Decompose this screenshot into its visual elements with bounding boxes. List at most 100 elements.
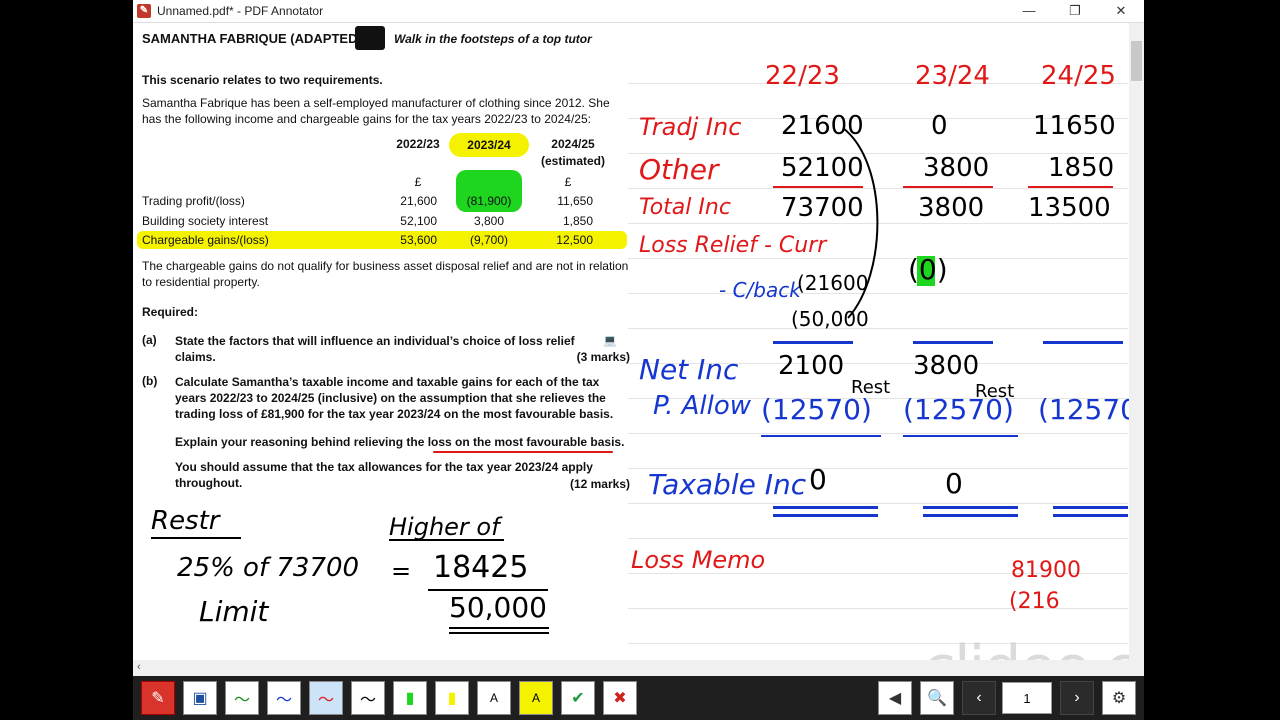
unit-3: £ bbox=[564, 175, 572, 189]
ink-net-1: 2100 bbox=[778, 351, 845, 381]
ink-total-2: 3800 bbox=[918, 193, 985, 223]
text-highlight-tool-icon[interactable]: A bbox=[519, 681, 553, 715]
ink-other-2: 3800 bbox=[923, 153, 990, 183]
pdf-page[interactable]: SAMANTHA FABRIQUE (ADAPTED) Walk in the … bbox=[133, 23, 1144, 703]
vertical-scrollbar[interactable] bbox=[1129, 23, 1144, 663]
ink-year-1: 22/23 bbox=[765, 61, 840, 91]
ink-row-cback: - C/back bbox=[719, 278, 801, 302]
year-header-3: 2024/25 bbox=[551, 137, 595, 151]
ink-line bbox=[923, 506, 1018, 509]
qb-label: (b) bbox=[142, 374, 158, 388]
cell: 53,600 bbox=[400, 233, 437, 247]
ink-line bbox=[1053, 514, 1128, 517]
page-number-field[interactable]: 1 bbox=[1002, 682, 1052, 714]
red-underline bbox=[433, 451, 613, 453]
pdf-annotator-icon: ✎ bbox=[137, 4, 151, 18]
black-pen-icon[interactable]: 〜 bbox=[351, 681, 385, 715]
cell: 1,850 bbox=[562, 214, 593, 228]
save-icon[interactable]: ▣ bbox=[183, 681, 217, 715]
green-highlighter-icon[interactable]: ▮ bbox=[393, 681, 427, 715]
laptop-icon: 💻 bbox=[603, 335, 617, 347]
blue-pen-icon[interactable]: 〜 bbox=[267, 681, 301, 715]
ink-trading-2: 0 bbox=[931, 111, 948, 141]
scroll-thumb[interactable] bbox=[1131, 41, 1142, 81]
doc-intro: This scenario relates to two requirement… bbox=[142, 73, 383, 87]
cell: 12,500 bbox=[556, 233, 593, 247]
ink-row-net: Net Inc bbox=[639, 353, 739, 386]
ink-row-loss: Loss Relief - Curr bbox=[639, 233, 827, 258]
ink-line bbox=[449, 632, 549, 634]
previous-page-icon[interactable]: ‹ bbox=[962, 681, 996, 715]
ink-line bbox=[1053, 506, 1128, 509]
qb-text: Calculate Samantha’s taxable income and … bbox=[175, 375, 614, 421]
yellow-highlighter-icon[interactable]: ▮ bbox=[435, 681, 469, 715]
ink-higher-title: Higher of bbox=[389, 513, 500, 541]
ink-line bbox=[1028, 186, 1113, 188]
qa-marks: (3 marks) bbox=[576, 350, 630, 364]
doc-para1: Samantha Fabrique has been a self-employ… bbox=[142, 96, 610, 126]
cross-icon[interactable]: ✖ bbox=[603, 681, 637, 715]
ink-line bbox=[761, 435, 881, 437]
ink-line bbox=[151, 537, 241, 539]
cell: 21,600 bbox=[400, 194, 437, 208]
cell: 52,100 bbox=[400, 214, 437, 228]
estimated-label: (estimated) bbox=[540, 154, 605, 168]
ink-pa-2: (12570) bbox=[903, 393, 1014, 426]
tutor-logo-icon bbox=[355, 26, 385, 50]
ink-line bbox=[449, 627, 549, 629]
minimize-button[interactable]: — bbox=[1006, 0, 1052, 22]
green-pen-icon[interactable]: 〜 bbox=[225, 681, 259, 715]
ink-row-lossmemo: Loss Memo bbox=[631, 546, 766, 574]
qb-marks: (12 marks) bbox=[569, 477, 630, 491]
previous-marker-icon[interactable]: ◀ bbox=[878, 681, 912, 715]
horizontal-scrollbar[interactable]: ‹ bbox=[133, 660, 1144, 676]
ink-line bbox=[923, 514, 1018, 517]
ink-higher-val: 18425 bbox=[433, 550, 529, 585]
title-bar: ✎ Unnamed.pdf* - PDF Annotator — ❐ ✕ bbox=[133, 0, 1144, 23]
scroll-left-icon[interactable]: ‹ bbox=[137, 661, 141, 673]
close-button[interactable]: ✕ bbox=[1098, 0, 1144, 22]
ink-net-2: 3800 bbox=[913, 351, 980, 381]
ink-line bbox=[903, 435, 1018, 437]
ink-line bbox=[913, 341, 993, 344]
year-header-2: 2023/24 bbox=[449, 133, 529, 157]
ink-line bbox=[903, 186, 993, 188]
ink-memo-cback: (216 bbox=[1009, 589, 1060, 614]
ink-line bbox=[773, 341, 853, 344]
text-tool-icon[interactable]: A bbox=[477, 681, 511, 715]
qb-explain: Explain your reasoning behind relieving … bbox=[175, 435, 625, 449]
bottom-toolbar: ✎ ▣ 〜 〜 〜 〜 ▮ ▮ A A ✔ ✖ ◀ 🔍 ‹ 1 › ⚙ bbox=[133, 676, 1144, 720]
doc-para2: The chargeable gains do not qualify for … bbox=[142, 259, 629, 289]
zoom-icon[interactable]: 🔍 bbox=[920, 681, 954, 715]
settings-gear-icon[interactable]: ⚙ bbox=[1102, 681, 1136, 715]
doc-tagline: Walk in the footsteps of a top tutor bbox=[394, 32, 592, 46]
red-pen-icon[interactable]: 〜 bbox=[309, 681, 343, 715]
ink-trading-3: 11650 bbox=[1033, 111, 1116, 141]
ink-row-other: Other bbox=[639, 153, 719, 186]
qa-label: (a) bbox=[142, 333, 157, 347]
document-view[interactable]: SAMANTHA FABRIQUE (ADAPTED) Walk in the … bbox=[133, 23, 1144, 703]
ink-higher-limit: 50,000 bbox=[449, 591, 547, 624]
ink-line bbox=[773, 506, 878, 509]
unit-1: £ bbox=[414, 175, 422, 189]
row-label: Trading profit/(loss) bbox=[142, 194, 245, 208]
ink-year-3: 24/25 bbox=[1041, 61, 1116, 91]
ink-cback-b: (50,000 bbox=[791, 307, 869, 331]
cell: (9,700) bbox=[469, 233, 509, 247]
ink-taxable-1: 0 bbox=[809, 463, 827, 496]
ink-taxable-2: 0 bbox=[945, 467, 963, 500]
maximize-button[interactable]: ❐ bbox=[1052, 0, 1098, 22]
ink-row-pa: P. Allow bbox=[653, 391, 752, 421]
next-page-icon[interactable]: › bbox=[1060, 681, 1094, 715]
window-title: Unnamed.pdf* - PDF Annotator bbox=[157, 4, 324, 18]
cell: 11,650 bbox=[557, 194, 593, 208]
cell: 3,800 bbox=[473, 214, 505, 228]
ink-restrict-limit: Limit bbox=[199, 595, 269, 628]
doc-required: Required: bbox=[142, 305, 199, 319]
ink-row-total: Total Inc bbox=[639, 195, 731, 220]
ink-memo-loss: 81900 bbox=[1011, 558, 1081, 583]
ink-restrict-title: Restr bbox=[151, 506, 220, 536]
pdf-annotator-menu-icon[interactable]: ✎ bbox=[141, 681, 175, 715]
checkmark-icon[interactable]: ✔ bbox=[561, 681, 595, 715]
row-label: Chargeable gains/(loss) bbox=[142, 233, 269, 247]
